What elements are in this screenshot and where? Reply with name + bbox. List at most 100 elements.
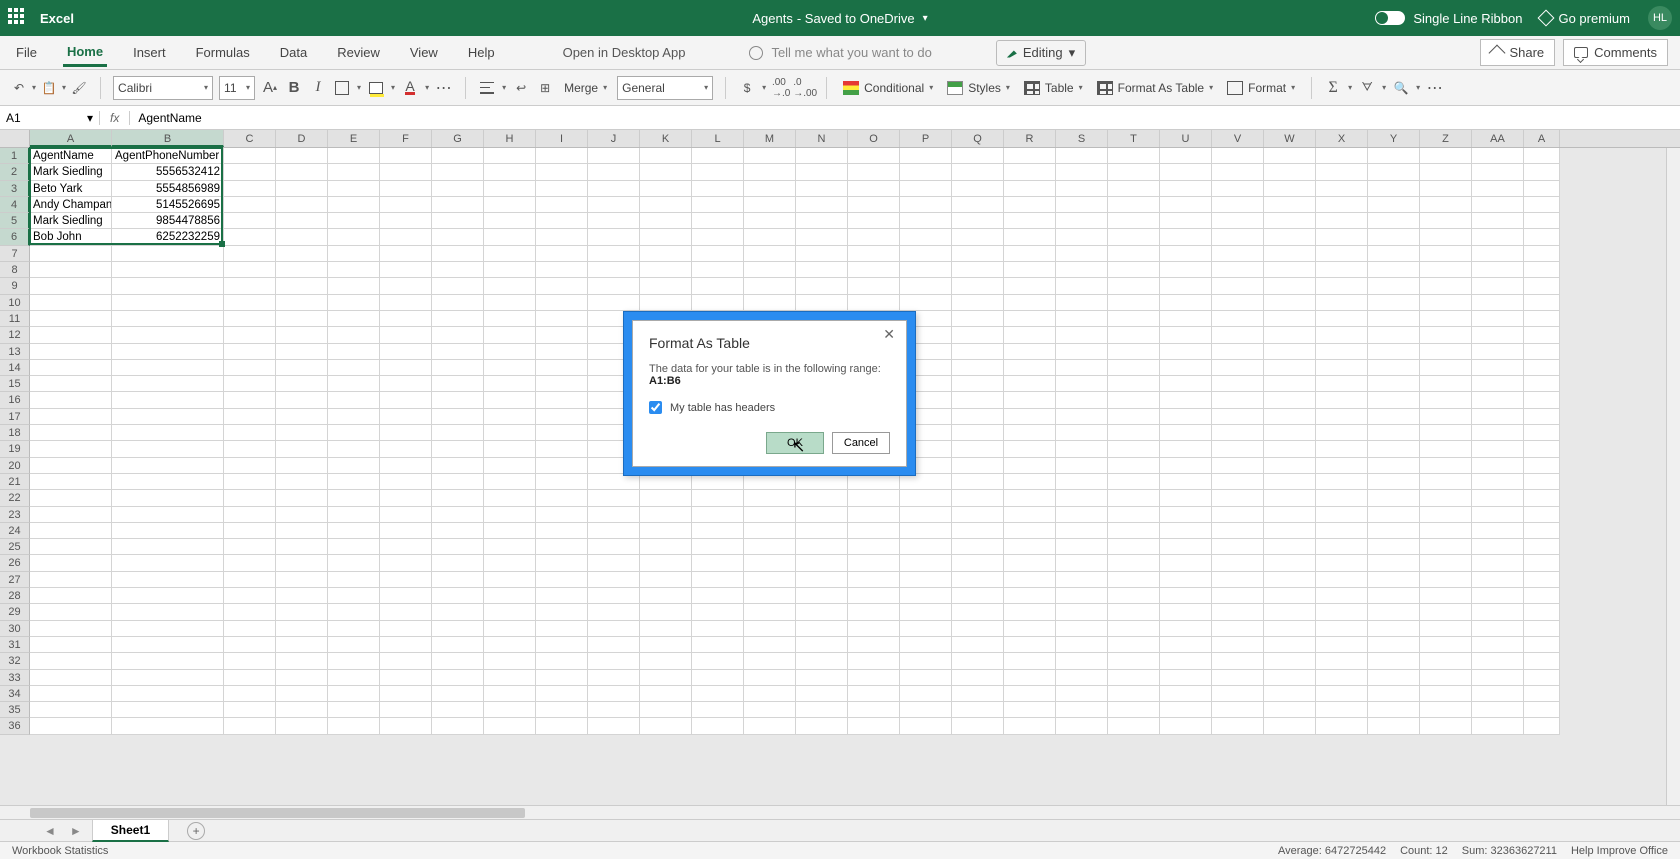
cell[interactable] [536, 621, 588, 637]
cell[interactable] [692, 148, 744, 164]
cell[interactable] [1420, 392, 1472, 408]
cell[interactable] [796, 637, 848, 653]
cell[interactable] [952, 702, 1004, 718]
cell[interactable] [1264, 392, 1316, 408]
cell[interactable] [112, 360, 224, 376]
cell[interactable] [30, 718, 112, 734]
cell[interactable] [224, 344, 276, 360]
cell[interactable] [30, 539, 112, 555]
cell[interactable] [1004, 702, 1056, 718]
cell[interactable] [1004, 246, 1056, 262]
cell[interactable] [224, 507, 276, 523]
cell[interactable] [328, 686, 380, 702]
cell[interactable] [112, 425, 224, 441]
cell[interactable] [112, 409, 224, 425]
cell[interactable] [640, 278, 692, 294]
cell[interactable] [1368, 164, 1420, 180]
cell[interactable] [276, 621, 328, 637]
cell[interactable] [1472, 490, 1524, 506]
cell[interactable] [328, 229, 380, 245]
cell[interactable] [1472, 360, 1524, 376]
tab-view[interactable]: View [406, 39, 442, 66]
cell[interactable] [1368, 441, 1420, 457]
cell[interactable] [1472, 213, 1524, 229]
cell[interactable] [1056, 392, 1108, 408]
cell[interactable] [1420, 572, 1472, 588]
cell[interactable] [640, 702, 692, 718]
cell[interactable] [952, 507, 1004, 523]
cell[interactable] [224, 490, 276, 506]
cell[interactable] [276, 670, 328, 686]
cell[interactable] [1472, 572, 1524, 588]
cell[interactable] [848, 213, 900, 229]
cell[interactable] [1160, 523, 1212, 539]
cell[interactable] [328, 197, 380, 213]
cell[interactable] [1212, 539, 1264, 555]
cell[interactable] [380, 409, 432, 425]
cell[interactable] [1472, 686, 1524, 702]
cell[interactable] [1108, 278, 1160, 294]
cell[interactable] [328, 702, 380, 718]
cell[interactable] [1160, 621, 1212, 637]
cell[interactable] [30, 507, 112, 523]
cell[interactable] [1108, 523, 1160, 539]
cell[interactable] [112, 392, 224, 408]
column-header[interactable]: X [1316, 130, 1368, 147]
cell[interactable] [1004, 148, 1056, 164]
cell[interactable] [1212, 702, 1264, 718]
cell[interactable] [1056, 702, 1108, 718]
row-header[interactable]: 16 [0, 392, 30, 408]
cell[interactable] [112, 246, 224, 262]
cell[interactable] [536, 262, 588, 278]
font-size-select[interactable]: 11▾ [219, 76, 255, 100]
cell[interactable] [1420, 555, 1472, 571]
cell[interactable] [1524, 344, 1560, 360]
cell[interactable] [328, 164, 380, 180]
row-header[interactable]: 28 [0, 588, 30, 604]
cell[interactable] [328, 588, 380, 604]
cell[interactable] [1108, 376, 1160, 392]
cell[interactable] [432, 441, 484, 457]
cell[interactable] [484, 555, 536, 571]
cell[interactable] [952, 686, 1004, 702]
cell[interactable] [952, 295, 1004, 311]
cell[interactable] [796, 621, 848, 637]
cell[interactable] [1368, 555, 1420, 571]
cell[interactable] [30, 441, 112, 457]
cell[interactable] [536, 164, 588, 180]
tab-data[interactable]: Data [276, 39, 311, 66]
cell[interactable] [1420, 637, 1472, 653]
cell[interactable] [692, 295, 744, 311]
cell[interactable] [224, 523, 276, 539]
cell[interactable] [1004, 572, 1056, 588]
chevron-down-icon[interactable]: ▾ [1416, 83, 1420, 92]
cell[interactable] [328, 653, 380, 669]
cell[interactable] [692, 588, 744, 604]
cell[interactable] [1524, 213, 1560, 229]
cell[interactable] [900, 507, 952, 523]
cell[interactable] [380, 376, 432, 392]
cell[interactable] [1264, 670, 1316, 686]
vertical-scrollbar[interactable] [1666, 148, 1680, 805]
cell[interactable] [1056, 311, 1108, 327]
table-button[interactable]: Table▾ [1020, 81, 1087, 95]
cell[interactable] [1056, 490, 1108, 506]
cell[interactable] [276, 344, 328, 360]
cell[interactable] [1056, 458, 1108, 474]
cell[interactable] [640, 653, 692, 669]
sheet-nav-prev[interactable]: ◄ [40, 824, 60, 838]
cell[interactable] [640, 246, 692, 262]
decrease-decimal-button[interactable]: .0→.00 [796, 79, 814, 97]
cell[interactable] [640, 295, 692, 311]
cell[interactable] [112, 441, 224, 457]
cell[interactable] [1108, 458, 1160, 474]
cell[interactable] [484, 278, 536, 294]
cell[interactable] [1316, 164, 1368, 180]
cell[interactable] [484, 327, 536, 343]
cell[interactable] [1056, 588, 1108, 604]
cell[interactable] [432, 588, 484, 604]
cell[interactable] [276, 637, 328, 653]
cell[interactable] [1472, 653, 1524, 669]
align-button[interactable] [478, 79, 496, 97]
italic-button[interactable]: I [309, 79, 327, 97]
